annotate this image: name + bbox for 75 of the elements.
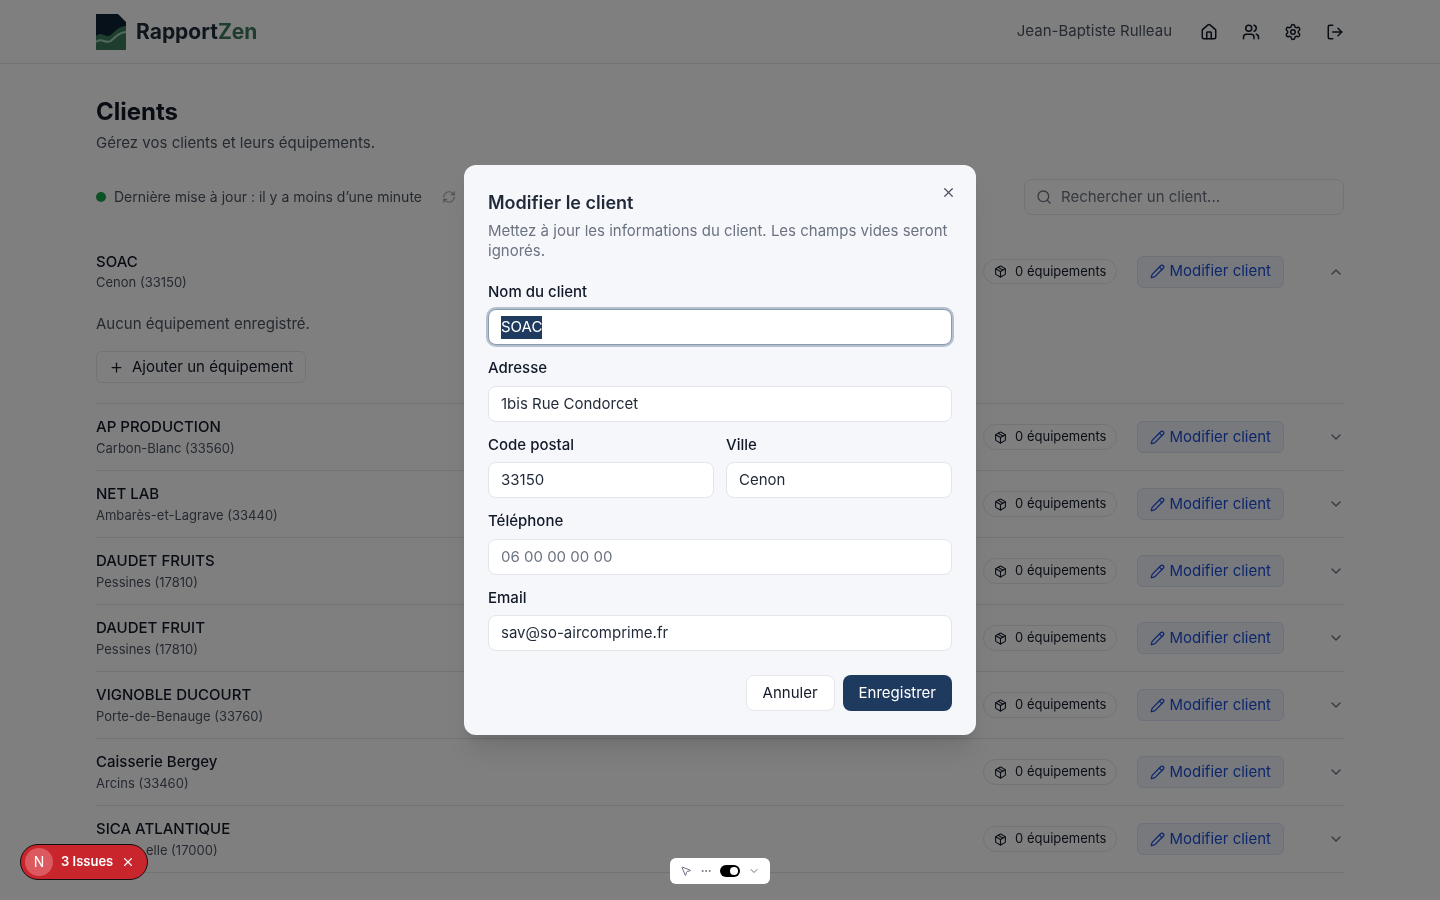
pencil-icon (1150, 831, 1166, 847)
client-city: Pessines (17810) (96, 572, 199, 592)
edit-client-button[interactable]: Modifier client (1137, 255, 1284, 288)
toggle-switch[interactable] (720, 865, 740, 877)
field-label: Code postal (488, 433, 576, 456)
text-field[interactable]: 33150 (488, 462, 714, 499)
edit-client-button[interactable]: Modifier client (1137, 689, 1284, 721)
client-city: Cenon (33150) (96, 273, 187, 292)
client-name: SOAC (96, 250, 139, 273)
client-name: Caisserie Bergey (96, 751, 218, 773)
edit-client-button[interactable]: Modifier client (1137, 823, 1284, 855)
status-text: Dernière mise à jour : il y a moins d’une minute (114, 187, 422, 207)
box-icon (994, 497, 1008, 511)
cancel-button[interactable]: Annuler (745, 675, 835, 712)
field-label: Nom du client (488, 280, 589, 303)
plus-icon (109, 359, 124, 375)
client-city: Arcins (33460) (96, 773, 190, 793)
box-icon (994, 832, 1008, 846)
pencil-icon (1150, 630, 1166, 646)
field-label: Téléphone (488, 510, 565, 533)
issues-logo: N (25, 848, 53, 876)
client-name: DAUDET FRUIT (96, 617, 205, 639)
refresh-icon[interactable] (442, 189, 456, 204)
pencil-icon (1150, 563, 1166, 579)
edit-client-button[interactable]: Modifier client (1137, 421, 1284, 453)
search-icon (1036, 188, 1052, 205)
pencil-icon (1150, 429, 1166, 445)
logo-icon (96, 13, 128, 50)
user-name: Jean-Baptiste Rulleau (1016, 20, 1172, 43)
field-label: Adresse (488, 357, 549, 380)
client-name: SICA ATLANTIQUE (96, 818, 231, 840)
search-field[interactable]: Rechercher un client... (1024, 178, 1344, 215)
logout-icon[interactable] (1326, 22, 1344, 41)
empty-text: Aucun équipement enregistré. (96, 312, 310, 335)
client-name: DAUDET FRUITS (96, 550, 215, 572)
box-icon (994, 631, 1008, 645)
pencil-icon (1150, 764, 1166, 780)
pencil-icon (1150, 264, 1166, 279)
box-icon (994, 765, 1008, 779)
field-label: Email (488, 586, 528, 609)
edit-client-button[interactable]: Modifier client (1137, 756, 1284, 788)
edit-client-button[interactable]: Modifier client (1137, 488, 1284, 520)
page-title: Clients (96, 96, 180, 128)
add-equipment-button[interactable]: Ajouter un équipement (96, 351, 307, 383)
edit-client-button[interactable]: Modifier client (1137, 622, 1284, 654)
box-icon (994, 430, 1008, 444)
pointer-icon[interactable] (680, 865, 692, 877)
dialog-description: Mettez à jour les informations du client. Les champs vides seront ignorés. (488, 220, 949, 261)
client-city: Pessines (17810) (96, 639, 199, 659)
page-subtitle: Gérez vos clients et leurs équipements. (96, 132, 376, 154)
pencil-icon (1150, 496, 1166, 512)
home-icon[interactable] (1200, 22, 1218, 41)
client-city: Ambarès-et-Lagrave (33440) (96, 505, 278, 525)
box-icon (994, 698, 1008, 712)
text-field[interactable]: Cenon (726, 462, 952, 499)
client-name: NET LAB (96, 483, 161, 505)
save-button[interactable]: Enregistrer (842, 675, 952, 712)
box-icon (994, 564, 1008, 578)
client-name: VIGNOBLE DUCOURT (96, 684, 253, 706)
settings-icon[interactable] (1284, 22, 1302, 41)
client-name: AP PRODUCTION (96, 416, 222, 438)
issues-count: 3 Issues (61, 852, 114, 872)
client-city: Porte-de-Benauge (33760) (96, 706, 264, 726)
client-city: Carbon-Blanc (33560) (96, 438, 235, 458)
logo-text: RapportZen (136, 17, 258, 46)
users-icon[interactable] (1242, 22, 1260, 41)
text-field[interactable]: sav@so-aircomprime.fr (488, 615, 952, 652)
text-field[interactable]: 1bis Rue Condorcet (488, 385, 952, 422)
text-field[interactable]: 06 00 00 00 00 (488, 538, 952, 575)
pencil-icon (1150, 697, 1166, 713)
edit-client-button[interactable]: Modifier client (1137, 555, 1284, 587)
field-label: Ville (726, 433, 758, 456)
dialog-title: Modifier le client (488, 190, 634, 215)
box-icon (994, 265, 1008, 278)
text-field[interactable]: SOAC (488, 309, 952, 346)
